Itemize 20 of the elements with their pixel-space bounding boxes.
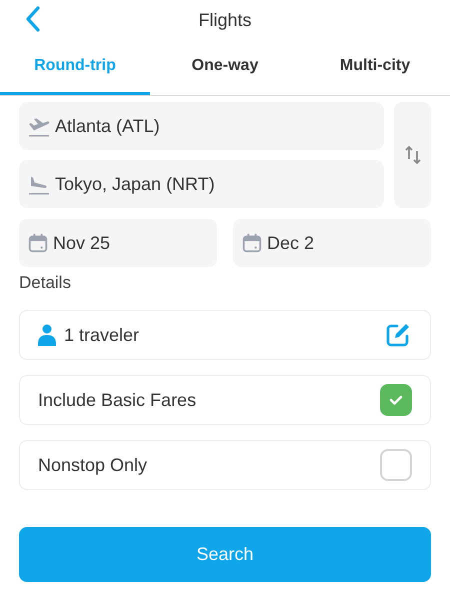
page-title: Flights [198,8,252,32]
checkbox[interactable] [380,384,412,416]
checkbox[interactable] [380,449,412,481]
travelers-row[interactable]: 1 traveler [19,310,431,360]
edit-icon[interactable] [384,321,412,349]
section-heading: Details [19,273,71,293]
destination-field[interactable]: Tokyo, Japan (NRT) [19,160,384,208]
swap-arrows-icon [404,145,420,165]
date-field[interactable]: Nov 25 [19,219,217,267]
back-icon[interactable] [24,6,42,32]
option-label: Include Basic Fares [38,388,196,412]
date-field[interactable]: Dec 2 [233,219,431,267]
calendar-icon [27,232,49,254]
option-label: Nonstop Only [38,454,148,477]
person-icon [38,324,56,346]
tab[interactable]: One-way [150,40,300,95]
origin-field[interactable]: Atlanta (ATL) [19,102,384,150]
tab[interactable]: Multi-city [300,40,450,95]
traveler-count: 1 traveler [64,324,140,346]
calendar-icon [241,232,263,254]
